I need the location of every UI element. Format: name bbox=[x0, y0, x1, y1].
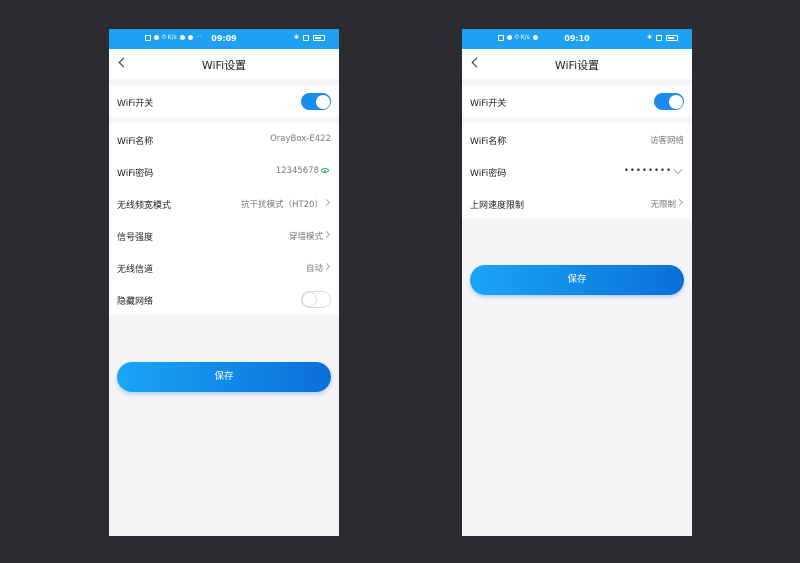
speed-limit-value: 无限制 bbox=[650, 200, 676, 210]
page-title: WiFi设置 bbox=[554, 59, 600, 72]
wifi-name-row[interactable]: WiFi名称 访客网络 bbox=[462, 123, 692, 155]
speed-limit-label: 上网速度限制 bbox=[470, 201, 525, 211]
hidden-network-toggle[interactable] bbox=[301, 291, 331, 308]
vibrate-icon bbox=[303, 34, 309, 41]
wifi-name-value: OrayBox-E422 bbox=[270, 134, 331, 144]
wifi-password-row[interactable]: WiFi密码 12345678 bbox=[109, 155, 339, 187]
wifi-switch-toggle[interactable] bbox=[301, 93, 331, 110]
channel-label: 无线信道 bbox=[117, 265, 154, 275]
wifi-settings-list: WiFi名称 OrayBox-E422 WiFi密码 12345678 无线频宽… bbox=[109, 123, 339, 315]
status-bar: 0 K/s ··· 09:09 ✱ bbox=[109, 29, 339, 49]
eye-icon[interactable] bbox=[321, 168, 329, 173]
status-bar: 0 K/s 09:10 ✱ bbox=[462, 29, 692, 49]
wifi-switch-row: WiFi开关 bbox=[462, 85, 692, 117]
eye-closed-icon[interactable] bbox=[673, 165, 683, 175]
signal-strength-row[interactable]: 信号强度 穿墙模式 bbox=[109, 219, 339, 251]
battery-icon bbox=[666, 34, 678, 41]
wifi-switch-label: WiFi开关 bbox=[470, 99, 507, 109]
phone-screen-guest-off: 0 K/s ··· 09:09 ✱ WiFi设置 WiFi开关 WiFi名称 O… bbox=[109, 29, 339, 536]
speed-limit-row[interactable]: 上网速度限制 无限制 bbox=[462, 187, 692, 219]
wifi-switch-group: WiFi开关 bbox=[109, 85, 339, 117]
page-title: WiFi设置 bbox=[201, 59, 247, 72]
bluetooth-icon: ✱ bbox=[293, 34, 299, 41]
wifi-password-label: WiFi密码 bbox=[470, 169, 507, 179]
wifi-password-row[interactable]: WiFi密码 •••••••• bbox=[462, 155, 692, 187]
wifi-password-value: 12345678 bbox=[275, 166, 319, 176]
bandwidth-mode-value: 抗干扰模式（HT20） bbox=[241, 200, 323, 210]
channel-row[interactable]: 无线信道 自动 bbox=[109, 251, 339, 283]
save-button[interactable]: 保存 bbox=[117, 362, 331, 392]
wifi-name-label: WiFi名称 bbox=[117, 137, 154, 147]
channel-value: 自动 bbox=[305, 264, 323, 274]
wifi-switch-row: WiFi开关 bbox=[109, 85, 339, 117]
hidden-network-label: 隐藏网络 bbox=[117, 297, 154, 307]
wifi-settings-list: WiFi名称 访客网络 WiFi密码 •••••••• 上网速度限制 无限制 bbox=[462, 123, 692, 219]
wifi-name-row[interactable]: WiFi名称 OrayBox-E422 bbox=[109, 123, 339, 155]
signal-strength-label: 信号强度 bbox=[117, 233, 154, 243]
hidden-network-row: 隐藏网络 bbox=[109, 283, 339, 315]
nav-bar: WiFi设置 bbox=[462, 49, 692, 79]
signal-strength-value: 穿墙模式 bbox=[288, 232, 323, 242]
bandwidth-mode-label: 无线频宽模式 bbox=[117, 201, 172, 211]
wifi-password-value: •••••••• bbox=[623, 166, 672, 176]
phone-screen-guest-network: 0 K/s 09:10 ✱ WiFi设置 WiFi开关 WiFi名称 访客网络 … bbox=[462, 29, 692, 536]
bandwidth-mode-row[interactable]: 无线频宽模式 抗干扰模式（HT20） bbox=[109, 187, 339, 219]
bluetooth-icon: ✱ bbox=[646, 34, 652, 41]
chevron-right-icon bbox=[322, 262, 331, 271]
wifi-password-label: WiFi密码 bbox=[117, 169, 154, 179]
wifi-switch-label: WiFi开关 bbox=[117, 99, 154, 109]
chevron-right-icon bbox=[322, 198, 331, 207]
save-button[interactable]: 保存 bbox=[470, 265, 684, 295]
chevron-right-icon bbox=[675, 198, 684, 207]
nav-bar: WiFi设置 bbox=[109, 49, 339, 79]
wifi-switch-group: WiFi开关 bbox=[462, 85, 692, 117]
wifi-name-value: 访客网络 bbox=[649, 136, 684, 146]
chevron-right-icon bbox=[322, 230, 331, 239]
vibrate-icon bbox=[656, 34, 662, 41]
wifi-switch-toggle[interactable] bbox=[654, 93, 684, 110]
wifi-name-label: WiFi名称 bbox=[470, 137, 507, 147]
battery-icon bbox=[313, 34, 325, 41]
